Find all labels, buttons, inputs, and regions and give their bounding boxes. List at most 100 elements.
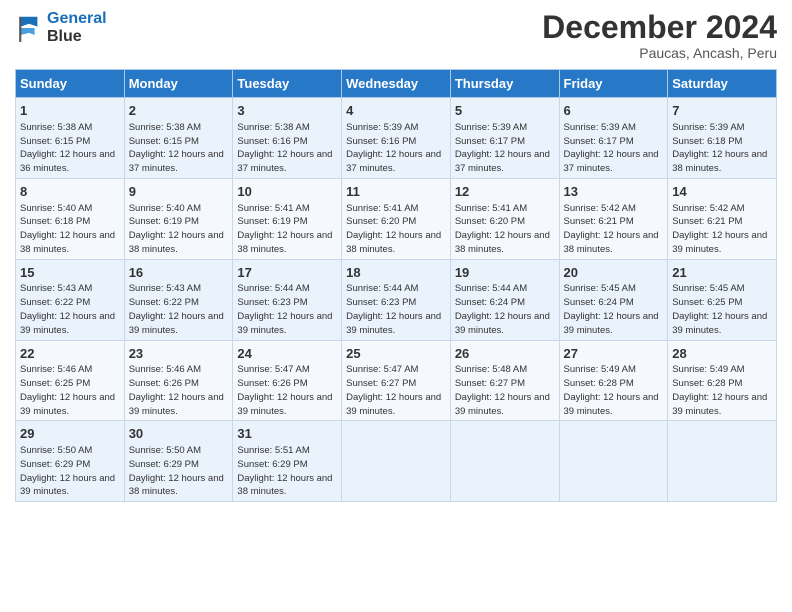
day-number: 24 (237, 345, 337, 363)
calendar-body: 1 Sunrise: 5:38 AMSunset: 6:15 PMDaylight… (16, 98, 777, 502)
calendar-cell: 26Sunrise: 5:48 AMSunset: 6:27 PMDayligh… (450, 340, 559, 421)
calendar-cell: 22Sunrise: 5:46 AMSunset: 6:25 PMDayligh… (16, 340, 125, 421)
calendar-cell: 9 Sunrise: 5:40 AMSunset: 6:19 PMDaylight… (124, 178, 233, 259)
day-number: 1 (20, 102, 120, 120)
day-header-thursday: Thursday (450, 70, 559, 98)
day-info: Sunrise: 5:39 AMSunset: 6:17 PMDaylight:… (455, 122, 550, 174)
calendar-cell: 12Sunrise: 5:41 AMSunset: 6:20 PMDayligh… (450, 178, 559, 259)
day-info: Sunrise: 5:49 AMSunset: 6:28 PMDaylight:… (672, 364, 767, 416)
calendar-page: General Blue December 2024 Paucas, Ancas… (0, 0, 792, 612)
calendar-cell: 31 Sunrise: 5:51 AMSunset: 6:29 PMDayligh… (233, 421, 342, 502)
day-info: Sunrise: 5:50 AMSunset: 6:29 PMDaylight:… (129, 445, 224, 497)
day-number: 30 (129, 425, 229, 443)
calendar-cell: 1Sunrise: 5:38 AMSunset: 6:15 PMDaylight… (16, 98, 125, 179)
day-header-wednesday: Wednesday (342, 70, 451, 98)
day-info: Sunrise: 5:43 AMSunset: 6:22 PMDaylight:… (129, 283, 224, 335)
day-number: 23 (129, 345, 229, 363)
day-number: 16 (129, 264, 229, 282)
day-info: Sunrise: 5:42 AMSunset: 6:21 PMDaylight:… (564, 203, 659, 255)
location: Paucas, Ancash, Peru (542, 45, 777, 61)
day-info: Sunrise: 5:44 AMSunset: 6:23 PMDaylight:… (346, 283, 441, 335)
day-info: Sunrise: 5:45 AMSunset: 6:25 PMDaylight:… (672, 283, 767, 335)
day-info: Sunrise: 5:46 AMSunset: 6:26 PMDaylight:… (129, 364, 224, 416)
day-number: 2 (129, 102, 229, 120)
day-number: 20 (564, 264, 664, 282)
day-number: 18 (346, 264, 446, 282)
calendar-cell: 7 Sunrise: 5:39 AMSunset: 6:18 PMDaylight… (668, 98, 777, 179)
day-number: 8 (20, 183, 120, 201)
calendar-cell: 5 Sunrise: 5:39 AMSunset: 6:17 PMDaylight… (450, 98, 559, 179)
day-info: Sunrise: 5:38 AMSunset: 6:16 PMDaylight:… (237, 122, 332, 174)
calendar-cell: 23Sunrise: 5:46 AMSunset: 6:26 PMDayligh… (124, 340, 233, 421)
calendar-cell: 29Sunrise: 5:50 AMSunset: 6:29 PMDayligh… (16, 421, 125, 502)
day-number: 31 (237, 425, 337, 443)
day-number: 7 (672, 102, 772, 120)
day-number: 15 (20, 264, 120, 282)
calendar-table: SundayMondayTuesdayWednesdayThursdayFrid… (15, 69, 777, 502)
day-info: Sunrise: 5:51 AMSunset: 6:29 PMDaylight:… (237, 445, 332, 497)
calendar-cell: 27Sunrise: 5:49 AMSunset: 6:28 PMDayligh… (559, 340, 668, 421)
day-info: Sunrise: 5:42 AMSunset: 6:21 PMDaylight:… (672, 203, 767, 255)
calendar-cell: 24Sunrise: 5:47 AMSunset: 6:26 PMDayligh… (233, 340, 342, 421)
calendar-cell (342, 421, 451, 502)
calendar-cell: 2 Sunrise: 5:38 AMSunset: 6:15 PMDaylight… (124, 98, 233, 179)
calendar-week-3: 15 Sunrise: 5:43 AMSunset: 6:22 PMDayligh… (16, 259, 777, 340)
month-title: December 2024 (542, 10, 777, 45)
logo-icon (15, 14, 43, 42)
day-number: 29 (20, 425, 120, 443)
calendar-cell: 14 Sunrise: 5:42 AMSunset: 6:21 PMDayligh… (668, 178, 777, 259)
calendar-cell: 16Sunrise: 5:43 AMSunset: 6:22 PMDayligh… (124, 259, 233, 340)
title-area: December 2024 Paucas, Ancash, Peru (542, 10, 777, 61)
day-info: Sunrise: 5:44 AMSunset: 6:24 PMDaylight:… (455, 283, 550, 335)
day-number: 17 (237, 264, 337, 282)
day-info: Sunrise: 5:39 AMSunset: 6:16 PMDaylight:… (346, 122, 441, 174)
day-info: Sunrise: 5:49 AMSunset: 6:28 PMDaylight:… (564, 364, 659, 416)
day-header-tuesday: Tuesday (233, 70, 342, 98)
day-number: 21 (672, 264, 772, 282)
calendar-week-1: 1 Sunrise: 5:38 AMSunset: 6:15 PMDaylight… (16, 98, 777, 179)
calendar-cell: 8 Sunrise: 5:40 AMSunset: 6:18 PMDaylight… (16, 178, 125, 259)
calendar-cell: 18Sunrise: 5:44 AMSunset: 6:23 PMDayligh… (342, 259, 451, 340)
calendar-cell: 20Sunrise: 5:45 AMSunset: 6:24 PMDayligh… (559, 259, 668, 340)
calendar-cell: 19Sunrise: 5:44 AMSunset: 6:24 PMDayligh… (450, 259, 559, 340)
calendar-cell: 30 Sunrise: 5:50 AMSunset: 6:29 PMDayligh… (124, 421, 233, 502)
day-number: 26 (455, 345, 555, 363)
day-number: 4 (346, 102, 446, 120)
day-number: 5 (455, 102, 555, 120)
day-number: 10 (237, 183, 337, 201)
calendar-week-4: 22Sunrise: 5:46 AMSunset: 6:25 PMDayligh… (16, 340, 777, 421)
day-number: 11 (346, 183, 446, 201)
day-info: Sunrise: 5:46 AMSunset: 6:25 PMDaylight:… (20, 364, 115, 416)
day-number: 28 (672, 345, 772, 363)
day-header-friday: Friday (559, 70, 668, 98)
day-info: Sunrise: 5:40 AMSunset: 6:19 PMDaylight:… (129, 203, 224, 255)
day-info: Sunrise: 5:41 AMSunset: 6:20 PMDaylight:… (346, 203, 441, 255)
logo-text: General Blue (47, 10, 107, 45)
calendar-header-row: SundayMondayTuesdayWednesdayThursdayFrid… (16, 70, 777, 98)
calendar-cell: 10 Sunrise: 5:41 AMSunset: 6:19 PMDayligh… (233, 178, 342, 259)
day-number: 6 (564, 102, 664, 120)
day-info: Sunrise: 5:44 AMSunset: 6:23 PMDaylight:… (237, 283, 332, 335)
day-info: Sunrise: 5:41 AMSunset: 6:20 PMDaylight:… (455, 203, 550, 255)
day-number: 9 (129, 183, 229, 201)
day-info: Sunrise: 5:41 AMSunset: 6:19 PMDaylight:… (237, 203, 332, 255)
day-number: 13 (564, 183, 664, 201)
calendar-cell: 13 Sunrise: 5:42 AMSunset: 6:21 PMDayligh… (559, 178, 668, 259)
day-info: Sunrise: 5:40 AMSunset: 6:18 PMDaylight:… (20, 203, 115, 255)
logo: General Blue (15, 10, 107, 45)
header: General Blue December 2024 Paucas, Ancas… (15, 10, 777, 61)
day-number: 27 (564, 345, 664, 363)
calendar-week-5: 29 Sunrise: 5:50 AMSunset: 6:29 PMDayligh… (16, 421, 777, 502)
day-info: Sunrise: 5:47 AMSunset: 6:26 PMDaylight:… (237, 364, 332, 416)
calendar-cell: 25Sunrise: 5:47 AMSunset: 6:27 PMDayligh… (342, 340, 451, 421)
day-number: 3 (237, 102, 337, 120)
day-number: 14 (672, 183, 772, 201)
day-header-sunday: Sunday (16, 70, 125, 98)
day-number: 22 (20, 345, 120, 363)
day-number: 19 (455, 264, 555, 282)
calendar-cell: 15Sunrise: 5:43 AMSunset: 6:22 PMDayligh… (16, 259, 125, 340)
day-info: Sunrise: 5:38 AMSunset: 6:15 PMDaylight:… (129, 122, 224, 174)
calendar-week-2: 8 Sunrise: 5:40 AMSunset: 6:18 PMDaylight… (16, 178, 777, 259)
calendar-cell: 11 Sunrise: 5:41 AMSunset: 6:20 PMDayligh… (342, 178, 451, 259)
day-info: Sunrise: 5:39 AMSunset: 6:18 PMDaylight:… (672, 122, 767, 174)
